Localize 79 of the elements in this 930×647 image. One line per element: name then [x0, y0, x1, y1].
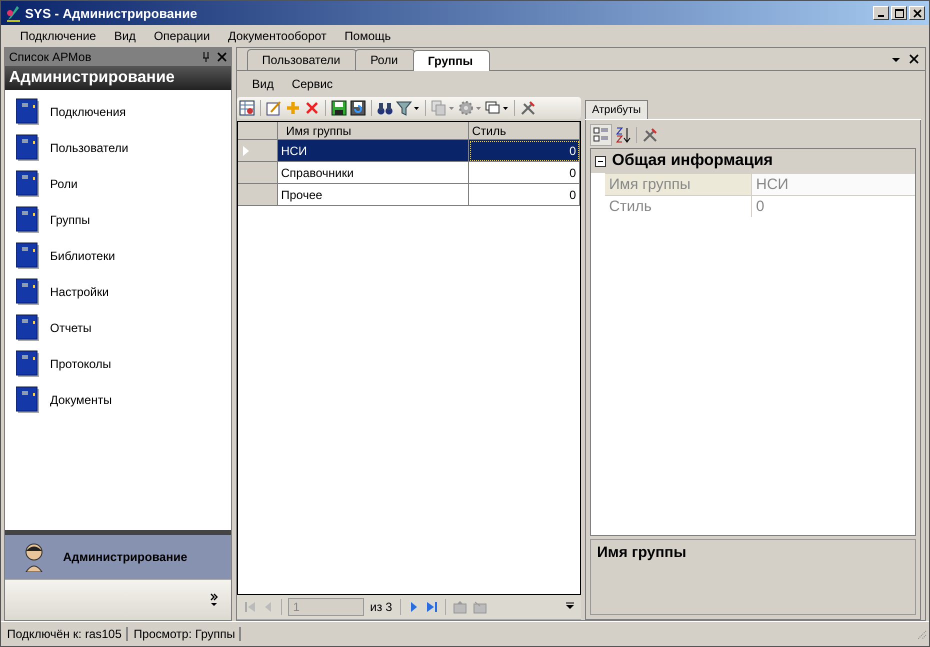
menu-item[interactable]: Помощь: [336, 27, 400, 45]
close-icon[interactable]: [909, 54, 919, 64]
table-cell: Справочники: [278, 162, 469, 184]
column-header[interactable]: Имя группы: [278, 122, 469, 140]
menu-item[interactable]: Документооборот: [218, 27, 336, 45]
column-header[interactable]: Стиль: [469, 122, 580, 140]
save-icon[interactable]: [331, 100, 347, 116]
table-cell: НСИ: [278, 140, 469, 162]
nav-item[interactable]: Библиотеки: [50, 249, 116, 263]
close-icon: [912, 8, 922, 18]
chevron-icon[interactable]: [209, 593, 219, 607]
page-count: из 3: [369, 600, 394, 614]
nav-item[interactable]: Документы: [50, 393, 112, 407]
book-icon: [16, 134, 40, 162]
maximize-icon: [894, 8, 904, 18]
menu-item[interactable]: Вид: [105, 27, 145, 45]
save-icon[interactable]: [350, 100, 366, 116]
copy-icon[interactable]: [431, 100, 455, 116]
book-icon: [16, 314, 40, 342]
menu-item[interactable]: Подключение: [11, 27, 106, 45]
book-icon: [16, 98, 40, 126]
tab[interactable]: Группы: [412, 50, 490, 71]
book-icon: [16, 350, 40, 378]
binoculars-icon[interactable]: [377, 100, 393, 116]
pin-icon[interactable]: [201, 51, 211, 63]
nav-item[interactable]: Подключения: [50, 105, 126, 119]
menu-item[interactable]: Вид: [243, 75, 283, 93]
table-cell: 0: [469, 162, 580, 184]
table-row[interactable]: Прочее 0: [238, 184, 580, 206]
section-title: Администрирование: [9, 69, 175, 87]
panel-title: Список АРМов: [9, 50, 92, 64]
grid-settings-icon[interactable]: [239, 100, 255, 116]
row-pointer-icon: [243, 146, 249, 156]
book-icon: [16, 170, 40, 198]
book-icon: [16, 386, 40, 414]
table-cell: 0: [469, 140, 580, 162]
window-title: SYS - Администрирование: [25, 6, 198, 20]
category-label: Общая информация: [612, 152, 773, 170]
categorized-icon[interactable]: [590, 124, 612, 146]
table-row[interactable]: НСИ 0: [238, 140, 580, 162]
tab[interactable]: Атрибуты: [585, 100, 648, 119]
collapse-toggle-icon[interactable]: [595, 156, 606, 166]
dropdown-icon[interactable]: [891, 56, 901, 64]
book-icon: [16, 278, 40, 306]
feather-icon: [5, 4, 21, 22]
status-text: Просмотр: Группы: [134, 627, 242, 641]
nav-item[interactable]: Группы: [50, 213, 90, 227]
nav-item[interactable]: Настройки: [50, 285, 109, 299]
tools-icon[interactable]: [520, 100, 536, 116]
sort-alphabetical-icon[interactable]: [615, 126, 631, 144]
nav-item[interactable]: Пользователи: [50, 141, 128, 155]
menu-item[interactable]: Операции: [144, 27, 219, 45]
splitter-handle[interactable]: [5, 530, 231, 535]
menu-item[interactable]: Сервис: [282, 75, 342, 93]
last-page-icon[interactable]: [425, 600, 440, 614]
edit-icon[interactable]: [266, 100, 282, 116]
resize-grip-icon[interactable]: [915, 628, 927, 640]
book-icon: [16, 242, 40, 270]
dropdown-icon[interactable]: [565, 602, 575, 612]
current-app-button[interactable]: Администрирование: [5, 535, 231, 579]
nav-item[interactable]: Отчеты: [50, 321, 92, 335]
table-cell: 0: [469, 184, 580, 206]
tab[interactable]: Пользователи: [247, 49, 358, 70]
filter-icon[interactable]: [396, 100, 420, 116]
minimize-icon: [878, 14, 884, 16]
close-button[interactable]: [909, 6, 925, 20]
table-row[interactable]: Справочники 0: [238, 162, 580, 184]
tab[interactable]: Роли: [355, 49, 415, 70]
book-icon: [16, 206, 40, 234]
maximize-button[interactable]: [891, 6, 907, 20]
nav-item[interactable]: Роли: [50, 177, 78, 191]
table-cell: Прочее: [278, 184, 469, 206]
windows-icon[interactable]: [485, 100, 509, 116]
nav-item[interactable]: Протоколы: [50, 357, 112, 371]
delete-icon[interactable]: [304, 100, 320, 116]
minimize-button[interactable]: [873, 6, 889, 20]
description-title: Имя группы: [597, 544, 686, 561]
tools-icon[interactable]: [642, 127, 658, 143]
status-text: Подключён к: ras105: [7, 627, 128, 641]
